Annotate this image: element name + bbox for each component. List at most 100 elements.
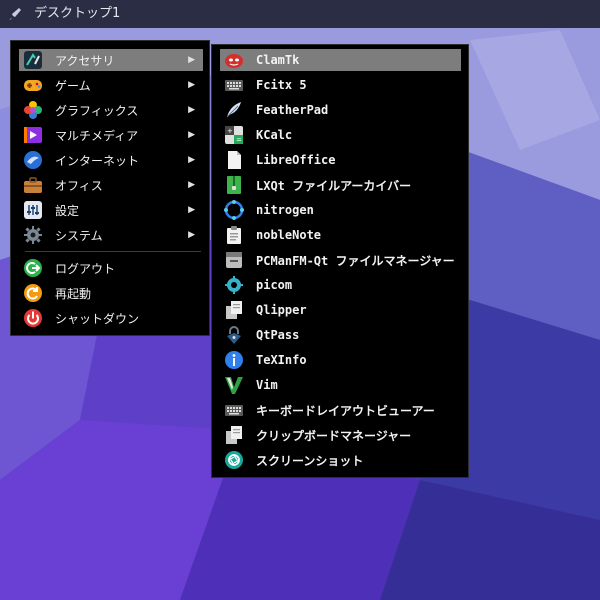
submenu-item-featherpad[interactable]: FeatherPad [220, 99, 461, 121]
menu-item-label: TeXInfo [256, 353, 307, 367]
svg-text:+: + [227, 127, 233, 135]
keyboard-icon [224, 75, 244, 95]
menu-item-label: シャットダウン [55, 311, 140, 326]
menu-item-shutdown[interactable]: シャットダウン [19, 307, 203, 329]
multimedia-icon [23, 125, 43, 145]
submenu-item-keyboard-layout-viewer[interactable]: キーボードレイアウトビューアー [220, 399, 461, 421]
menu-item-label: 設定 [55, 203, 80, 218]
gamepad-icon [23, 75, 43, 95]
submenu-item-nitrogen[interactable]: nitrogen [220, 199, 461, 221]
menu-item-label: システム [55, 228, 103, 243]
submenu-item-texinfo[interactable]: TeXInfo [220, 349, 461, 371]
rocket-icon[interactable] [7, 6, 23, 22]
menu-separator [25, 251, 201, 252]
menu-item-label: FeatherPad [256, 103, 329, 117]
submenu-arrow-icon: ▶ [188, 180, 195, 190]
archive-icon [224, 175, 244, 195]
menu-item-system[interactable]: システム ▶ [19, 224, 203, 246]
menu-item-label: キーボードレイアウトビューアー [256, 403, 435, 418]
menu-item-label: Qlipper [256, 303, 307, 317]
submenu-arrow-icon: ▶ [188, 105, 195, 115]
internet-icon [23, 150, 43, 170]
submenu-item-lxqt-archiver[interactable]: LXQt ファイルアーカイバー [220, 174, 461, 196]
menu-item-graphics[interactable]: グラフィックス ▶ [19, 99, 203, 121]
camera-aperture-icon [224, 450, 244, 470]
submenu-item-qtpass[interactable]: QtPass [220, 324, 461, 346]
submenu-item-picom[interactable]: picom [220, 274, 461, 296]
menu-item-label: ログアウト [55, 261, 116, 276]
submenu-item-libreoffice[interactable]: LibreOffice [220, 149, 461, 171]
submenu-arrow-icon: ▶ [188, 55, 195, 65]
picom-gear-icon [224, 275, 244, 295]
submenu-item-fcitx5[interactable]: Fcitx 5 [220, 74, 461, 96]
keyboard-icon [224, 400, 244, 420]
submenu-item-pcmanfm-qt[interactable]: PCManFM-Qt ファイルマネージャー [220, 249, 461, 271]
system-gear-icon [23, 225, 43, 245]
menu-item-accessories[interactable]: アクセサリ ▶ [19, 49, 203, 71]
menu-item-multimedia[interactable]: マルチメディア ▶ [19, 124, 203, 146]
clipboard-copy-icon [224, 300, 244, 320]
menu-item-label: ClamTk [256, 53, 300, 67]
menu-item-label: マルチメディア [55, 128, 139, 143]
menu-item-label: アクセサリ [55, 53, 115, 68]
taskbar: デスクトップ1 [0, 0, 600, 28]
reboot-icon [23, 283, 43, 303]
graphics-icon [23, 100, 43, 120]
lock-icon [224, 325, 244, 345]
file-manager-icon [224, 250, 244, 270]
menu-item-label: LXQt ファイルアーカイバー [256, 178, 412, 193]
submenu-arrow-icon: ▶ [188, 130, 195, 140]
submenu-arrow-icon: ▶ [188, 230, 195, 240]
nitrogen-icon [224, 200, 244, 220]
menu-item-label: LibreOffice [256, 153, 336, 167]
menu-item-label: 再起動 [55, 286, 92, 301]
submenu-item-screenshot[interactable]: スクリーンショット [220, 449, 461, 471]
accessories-submenu: ClamTk Fcitx 5 FeatherPad + = KCalc Libre… [211, 44, 469, 478]
menu-item-games[interactable]: ゲーム ▶ [19, 74, 203, 96]
menu-item-label: オフィス [55, 178, 103, 193]
power-icon [23, 308, 43, 328]
submenu-arrow-icon: ▶ [188, 155, 195, 165]
menu-item-label: picom [256, 278, 293, 292]
submenu-item-noblenote[interactable]: nobleNote [220, 224, 461, 246]
menu-item-label: nitrogen [256, 203, 314, 217]
info-icon [224, 350, 244, 370]
menu-item-label: グラフィックス [55, 103, 139, 118]
menu-item-label: QtPass [256, 328, 300, 342]
submenu-arrow-icon: ▶ [188, 205, 195, 215]
menu-item-label: nobleNote [256, 228, 322, 242]
desktop-title[interactable]: デスクトップ1 [34, 5, 120, 23]
clipboard-copy-icon [224, 425, 244, 445]
clipboard-note-icon [224, 225, 244, 245]
submenu-item-qlipper[interactable]: Qlipper [220, 299, 461, 321]
submenu-item-kcalc[interactable]: + = KCalc [220, 124, 461, 146]
menu-item-label: Fcitx 5 [256, 78, 307, 92]
menu-item-settings[interactable]: 設定 ▶ [19, 199, 203, 221]
office-icon [23, 175, 43, 195]
menu-item-label: インターネット [55, 153, 140, 168]
submenu-item-clamtk[interactable]: ClamTk [220, 49, 461, 71]
settings-icon [23, 200, 43, 220]
menu-item-label: ゲーム [55, 78, 91, 93]
menu-item-reboot[interactable]: 再起動 [19, 282, 203, 304]
svg-text:=: = [236, 136, 242, 144]
calculator-icon: + = [224, 125, 244, 145]
menu-item-office[interactable]: オフィス ▶ [19, 174, 203, 196]
menu-item-internet[interactable]: インターネット ▶ [19, 149, 203, 171]
submenu-arrow-icon: ▶ [188, 80, 195, 90]
vim-icon [224, 375, 244, 395]
main-menu: アクセサリ ▶ ゲーム ▶ グラフィックス ▶ マルチメディア ▶ インターネッ… [10, 40, 210, 336]
submenu-item-vim[interactable]: Vim [220, 374, 461, 396]
menu-item-label: クリップボードマネージャー [256, 428, 412, 443]
clamtk-icon [224, 50, 244, 70]
menu-item-label: スクリーンショット [256, 453, 364, 468]
accessories-icon [23, 50, 43, 70]
menu-item-label: PCManFM-Qt ファイルマネージャー [256, 253, 455, 268]
feather-icon [224, 100, 244, 120]
submenu-item-clipboard-manager[interactable]: クリップボードマネージャー [220, 424, 461, 446]
menu-item-label: Vim [256, 378, 278, 392]
logout-icon [23, 258, 43, 278]
menu-item-logout[interactable]: ログアウト [19, 257, 203, 279]
document-icon [224, 150, 244, 170]
menu-item-label: KCalc [256, 128, 293, 142]
